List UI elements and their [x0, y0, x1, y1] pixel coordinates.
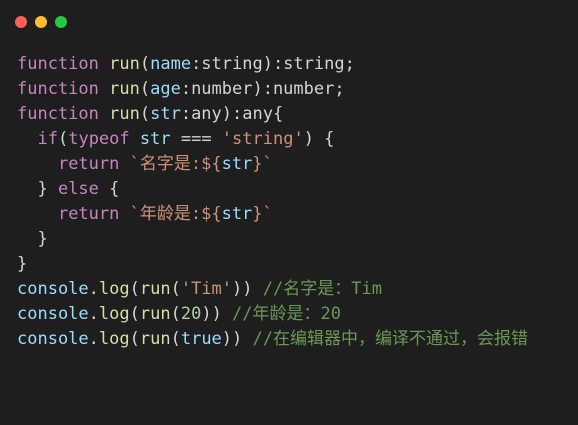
code-token-number: 20	[180, 304, 202, 324]
code-token-keyword: function	[17, 54, 99, 74]
code-token-plain: .	[88, 279, 99, 299]
code-token-keyword: return	[57, 204, 120, 224]
close-button[interactable]	[15, 16, 27, 28]
code-token-string: 'string'	[221, 129, 304, 149]
code-line: return `名字是:${str}`	[17, 152, 578, 177]
code-token-plain: ===	[170, 129, 222, 149]
code-line: function run(str:any):any{	[17, 102, 578, 127]
code-token-plain: :string):string;	[191, 54, 355, 74]
code-line: }	[17, 252, 578, 277]
code-token-param: true	[180, 329, 222, 349]
code-token-function: run	[109, 79, 140, 99]
code-token-keyword: return	[57, 154, 120, 174]
code-token-keyword: typeof	[68, 129, 130, 149]
code-token-param: console	[17, 279, 89, 299]
code-token-keyword: if	[37, 129, 58, 149]
code-line: function run(age:number):number;	[17, 77, 578, 102]
code-token-plain: (	[170, 329, 181, 349]
code-token-plain: ))	[201, 304, 233, 324]
code-token-plain: (	[139, 104, 151, 124]
window-controls	[15, 16, 67, 28]
code-token-plain: (	[170, 279, 181, 299]
code-token-plain: }	[17, 229, 48, 249]
maximize-button[interactable]	[55, 16, 67, 28]
code-token-param: str	[221, 204, 253, 224]
code-token-string: }`	[252, 154, 273, 174]
code-token-plain: {	[98, 179, 120, 199]
code-window: function run(name:string):string; functio…	[0, 0, 578, 425]
code-token-param: str	[221, 154, 253, 174]
code-line: return `年龄是:${str}`	[17, 202, 578, 227]
code-token-comment: //名字是：Tim	[262, 279, 382, 299]
code-line: console.log(run('Tim')) //名字是：Tim	[17, 277, 578, 302]
code-token-keyword: function	[17, 79, 99, 99]
code-token-plain: (	[170, 304, 181, 324]
code-token-plain: ) {	[303, 129, 335, 149]
code-token-function: run	[109, 54, 140, 74]
code-block: function run(name:string):string; functio…	[17, 52, 578, 352]
code-token-plain: .	[88, 304, 99, 324]
code-token-plain: (	[129, 279, 140, 299]
code-token-plain: (	[129, 329, 140, 349]
code-line: console.log(run(20)) //年龄是：20	[17, 302, 578, 327]
code-token-function: run	[139, 304, 171, 324]
code-token-plain: (	[139, 79, 151, 99]
code-token-string: 'Tim'	[180, 279, 233, 299]
code-token-param: console	[17, 329, 89, 349]
code-token-function: log	[98, 304, 130, 324]
code-token-param: name	[150, 54, 192, 74]
code-token-plain: }	[17, 254, 28, 274]
code-line: if(typeof str === 'string') {	[17, 127, 578, 152]
code-token-param: str	[139, 129, 171, 149]
code-token-plain: }	[17, 179, 58, 199]
code-token-string: `名字是:${	[129, 154, 222, 174]
code-token-param: console	[17, 304, 89, 324]
code-token-plain: .	[88, 329, 99, 349]
code-token-string: `年龄是:${	[129, 204, 222, 224]
code-token-plain: (	[139, 54, 151, 74]
code-line: console.log(run(true)) //在编辑器中，编译不通过，会报错	[17, 327, 578, 352]
minimize-button[interactable]	[35, 16, 47, 28]
code-token-function: run	[109, 104, 140, 124]
code-line: function run(name:string):string;	[17, 52, 578, 77]
code-token-function: log	[98, 329, 130, 349]
code-token-plain: ))	[232, 279, 263, 299]
code-token-plain: :number):number;	[180, 79, 345, 99]
code-token-function: run	[139, 329, 171, 349]
code-token-keyword: function	[17, 104, 99, 124]
code-line: } else {	[17, 177, 578, 202]
code-token-plain: (	[129, 304, 140, 324]
code-token-plain: :any):any{	[180, 104, 284, 124]
code-token-param: str	[150, 104, 181, 124]
code-token-keyword: else	[57, 179, 99, 199]
code-token-comment: //年龄是：20	[232, 304, 341, 324]
code-token-plain: ))	[221, 329, 253, 349]
code-token-plain: (	[57, 129, 69, 149]
code-token-function: run	[139, 279, 171, 299]
code-token-param: age	[150, 79, 181, 99]
code-token-function: log	[98, 279, 130, 299]
code-token-string: }`	[252, 204, 273, 224]
code-line: }	[17, 227, 578, 252]
code-token-comment: //在编辑器中，编译不通过，会报错	[252, 329, 528, 349]
